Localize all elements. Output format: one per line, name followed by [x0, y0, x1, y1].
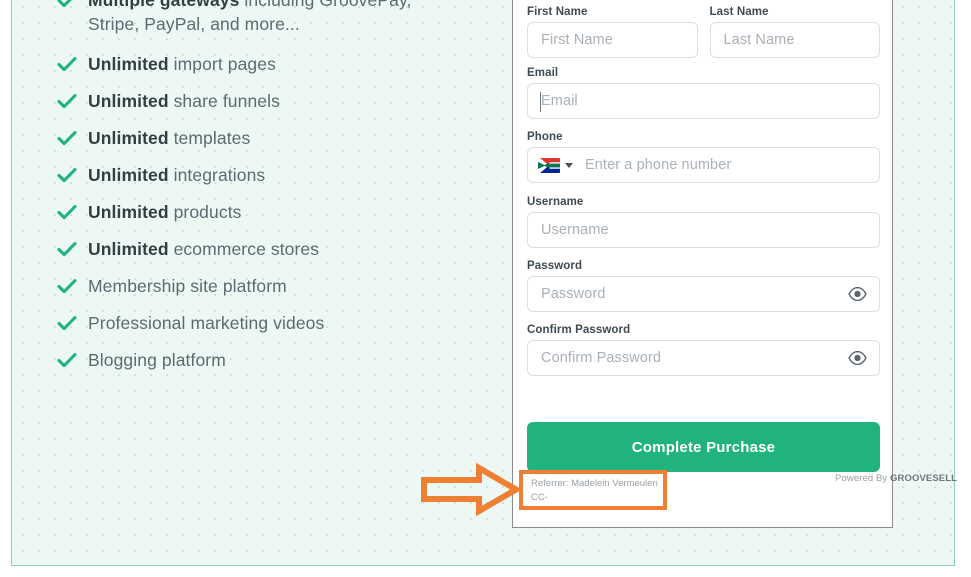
list-item-label: Blogging platform — [88, 348, 226, 372]
list-item-rest: templates — [168, 128, 251, 148]
phone-input[interactable]: Enter a phone number — [527, 147, 880, 183]
phone-label: Phone — [527, 131, 563, 143]
email-placeholder: Email — [541, 93, 578, 109]
show-password-eye-icon[interactable] — [847, 284, 867, 304]
feature-list: Multiple gateways including GroovePay, S… — [56, 0, 476, 385]
email-label: Email — [527, 67, 559, 79]
list-item-label: Membership site platform — [88, 274, 287, 298]
list-item: Unlimited share funnels — [56, 89, 476, 113]
phone-field-group: Phone Enter a phone number — [527, 131, 880, 183]
list-item-rest: Professional marketing videos — [88, 313, 325, 333]
confirm-password-label: Confirm Password — [527, 324, 631, 336]
check-icon — [56, 127, 78, 149]
password-placeholder: Password — [541, 286, 606, 302]
check-icon — [56, 53, 78, 75]
check-icon — [56, 349, 78, 371]
check-icon — [56, 201, 78, 223]
list-item-rest: Blogging platform — [88, 350, 226, 370]
list-item-emphasis: Unlimited — [88, 202, 169, 222]
confirm-password-placeholder: Confirm Password — [541, 350, 662, 366]
complete-purchase-button[interactable]: Complete Purchase — [527, 422, 880, 472]
last-name-label: Last Name — [709, 6, 769, 18]
list-item-emphasis: Unlimited — [88, 239, 169, 259]
list-item-rest: import pages — [168, 54, 276, 74]
check-icon — [56, 164, 78, 186]
list-item-label: Unlimited import pages — [88, 52, 276, 76]
list-item-rest: share funnels — [168, 91, 280, 111]
first-name-label: First Name — [527, 6, 588, 18]
username-input[interactable]: Username — [527, 212, 880, 248]
south-africa-flag-icon — [538, 157, 560, 173]
phone-placeholder: Enter a phone number — [585, 157, 732, 173]
list-item-emphasis: Unlimited — [88, 91, 169, 111]
list-item-emphasis: Unlimited — [88, 54, 169, 74]
check-icon — [56, 312, 78, 334]
list-item-label: Multiple gateways including GroovePay, S… — [88, 0, 443, 36]
signup-form: First Name First Name Last Name Last Nam… — [527, 6, 880, 388]
password-field-group: Password Password — [527, 260, 880, 312]
powered-by-label: Powered By GROOVESELL — [835, 473, 957, 484]
list-item: Professional marketing videos — [56, 311, 476, 335]
name-row: First Name First Name Last Name Last Nam… — [527, 6, 880, 67]
list-item-emphasis: Unlimited — [88, 128, 169, 148]
last-name-placeholder: Last Name — [723, 32, 795, 48]
powered-by-prefix: Powered By — [835, 473, 891, 484]
password-label: Password — [527, 260, 583, 272]
list-item-label: Unlimited ecommerce stores — [88, 237, 319, 261]
email-field-group: Email Email — [527, 67, 880, 119]
text-cursor — [540, 92, 541, 112]
first-name-input[interactable]: First Name — [527, 22, 698, 58]
list-item-rest: products — [168, 202, 242, 222]
last-name-input[interactable]: Last Name — [709, 22, 880, 58]
username-label: Username — [527, 196, 584, 208]
referrer-name-text: Referrer: Madelein Vermeulen — [531, 478, 658, 489]
list-item-label: Unlimited integrations — [88, 163, 265, 187]
referrer-cc-text: CC- — [531, 491, 548, 503]
check-icon — [56, 238, 78, 260]
username-placeholder: Username — [541, 222, 609, 238]
last-name-field-group: Last Name Last Name — [709, 6, 880, 58]
referrer-highlight-box: Referrer: Madelein Vermeulen CC- — [519, 470, 667, 510]
list-item-emphasis: Unlimited — [88, 165, 169, 185]
list-item-rest: integrations — [168, 165, 266, 185]
list-item: Unlimited integrations — [56, 163, 476, 187]
list-item: Unlimited templates — [56, 126, 476, 150]
password-input[interactable]: Password — [527, 276, 880, 312]
list-item-label: Unlimited templates — [88, 126, 250, 150]
list-item-label: Professional marketing videos — [88, 311, 324, 335]
checkout-page: Multiple gateways including GroovePay, S… — [0, 0, 971, 577]
check-icon — [56, 0, 78, 11]
first-name-placeholder: First Name — [541, 32, 613, 48]
list-item-label: Unlimited share funnels — [88, 89, 280, 113]
list-item-label: Unlimited products — [88, 200, 242, 224]
list-item: Unlimited import pages — [56, 52, 476, 76]
groovesell-brand: GROOVESELL — [890, 473, 957, 484]
check-icon — [56, 90, 78, 112]
list-item-rest: ecommerce stores — [168, 239, 320, 259]
email-input[interactable]: Email — [527, 83, 880, 119]
list-item: Multiple gateways including GroovePay, S… — [56, 0, 476, 36]
list-item: Unlimited ecommerce stores — [56, 237, 476, 261]
list-item: Membership site platform — [56, 274, 476, 298]
username-field-group: Username Username — [527, 196, 880, 248]
list-item: Unlimited products — [56, 200, 476, 224]
confirm-password-field-group: Confirm Password Confirm Password — [527, 324, 880, 376]
confirm-password-input[interactable]: Confirm Password — [527, 340, 880, 376]
check-icon — [56, 275, 78, 297]
show-confirm-password-eye-icon[interactable] — [847, 348, 867, 368]
list-item-rest: Membership site platform — [88, 276, 287, 296]
list-item: Blogging platform — [56, 348, 476, 372]
chevron-down-icon[interactable] — [565, 162, 573, 168]
list-item-emphasis: Multiple gateways — [88, 0, 240, 10]
first-name-field-group: First Name First Name — [527, 6, 698, 58]
